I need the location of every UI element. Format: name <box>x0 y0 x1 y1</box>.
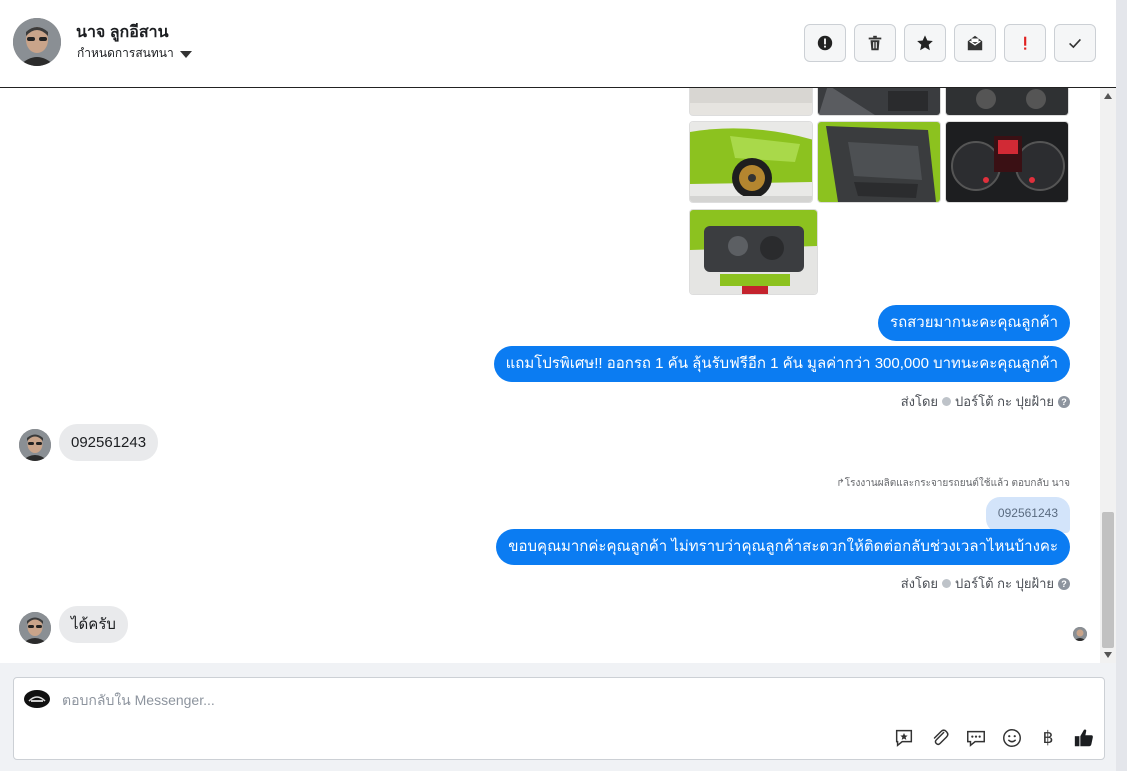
outgoing-message[interactable]: แถมโปรพิเศษ!! ออกรถ 1 คัน ลุ้นรับฟรีอีก … <box>493 346 1070 382</box>
car-photo-thumb[interactable] <box>945 121 1069 203</box>
mail-icon <box>967 35 983 51</box>
contact-avatar[interactable] <box>19 429 51 461</box>
attachment-icon <box>933 729 949 746</box>
reply-input[interactable] <box>62 690 862 710</box>
conversation-assign-label: กำหนดการสนทนา <box>77 46 174 60</box>
saved-reply-button[interactable] <box>892 726 916 750</box>
composer-tools: ฿ <box>892 726 1096 750</box>
sent-check-icon <box>942 579 952 588</box>
contact-avatar[interactable] <box>13 18 61 66</box>
help-icon[interactable]: ? <box>1058 395 1070 408</box>
header-actions <box>804 24 1096 62</box>
contact-avatar[interactable] <box>19 612 51 644</box>
incoming-message[interactable]: 092561243 <box>59 424 159 461</box>
emoji-icon <box>1003 729 1021 747</box>
sent-by-info: ส่งโดย ปอร์โต้ กะ ปุยฝ้าย ? <box>901 391 1070 412</box>
outgoing-message[interactable]: ขอบคุณมากค่ะคุณลูกค้า ไม่ทราบว่าคุณลูกค้… <box>496 529 1070 565</box>
thread-scrollbar[interactable] <box>1100 88 1116 663</box>
car-photo-thumb[interactable] <box>689 209 818 295</box>
important-action-button[interactable] <box>1004 24 1046 62</box>
reply-composer: ฿ <box>13 677 1105 760</box>
star-icon <box>917 35 933 51</box>
conversation-header: นาจ ลูกอีสาน กำหนดการสนทนา <box>0 0 1116 88</box>
help-icon[interactable]: ? <box>1058 577 1070 590</box>
delete-action-button[interactable] <box>854 24 896 62</box>
car-photo-thumb[interactable] <box>689 88 813 116</box>
conversation-assign-dropdown[interactable]: กำหนดการสนทนา <box>77 44 192 63</box>
check-icon <box>1069 38 1081 49</box>
chat-bubbles-button[interactable] <box>964 726 988 750</box>
car-photo-thumb[interactable] <box>817 88 941 116</box>
sent-by-info: ส่งโดย ปอร์โต้ กะ ปุยฝ้าย ? <box>901 573 1070 594</box>
incoming-message[interactable]: ได้ครับ <box>59 606 128 643</box>
caret-down-icon <box>179 50 192 58</box>
exclamation-icon <box>1024 36 1027 50</box>
contact-name: นาจ ลูกอีสาน <box>76 24 169 41</box>
scroll-down-icon[interactable] <box>1104 652 1112 658</box>
thumbs-up-icon <box>1074 729 1093 747</box>
reply-context-note: ↱โรงงานผลิตและกระจายรถยนต์ใช้แล้ว ตอบกลั… <box>836 478 1070 489</box>
attachment-button[interactable] <box>928 726 952 750</box>
baht-icon[interactable]: ฿ <box>1036 726 1060 750</box>
scrollbar-thumb[interactable] <box>1102 512 1114 648</box>
reply-arrow-icon: ↱ <box>836 478 845 489</box>
sent-by-label: ส่งโดย <box>900 576 939 591</box>
trash-icon <box>868 35 882 51</box>
saved-reply-icon <box>895 729 913 747</box>
quoted-message[interactable]: 092561243 <box>985 497 1070 533</box>
car-photo-thumb[interactable] <box>689 121 813 203</box>
unread-action-button[interactable] <box>954 24 996 62</box>
sent-by-name: ปอร์โต้ กะ ปุยฝ้าย <box>955 394 1054 409</box>
seen-avatar <box>1073 627 1087 641</box>
car-photo-thumb[interactable] <box>945 88 1069 116</box>
emoji-button[interactable] <box>1000 726 1024 750</box>
sent-by-name: ปอร์โต้ กะ ปุยฝ้าย <box>955 576 1054 591</box>
alert-circle-icon <box>817 35 833 51</box>
scroll-up-icon[interactable] <box>1104 93 1112 99</box>
spam-action-button[interactable] <box>804 24 846 62</box>
window-edge <box>1116 0 1127 771</box>
done-action-button[interactable] <box>1054 24 1096 62</box>
message-thread[interactable]: รถสวยมากนะคะคุณลูกค้า แถมโปรพิเศษ!! ออกร… <box>0 88 1100 663</box>
sent-by-label: ส่งโดย <box>900 394 939 409</box>
thumbs-up-button[interactable] <box>1072 726 1096 750</box>
star-action-button[interactable] <box>904 24 946 62</box>
car-photo-thumb[interactable] <box>817 121 941 203</box>
outgoing-message[interactable]: รถสวยมากนะคะคุณลูกค้า <box>878 305 1070 341</box>
chat-bubbles-icon <box>967 730 985 747</box>
page-logo <box>24 690 50 708</box>
sent-check-icon <box>942 397 952 406</box>
